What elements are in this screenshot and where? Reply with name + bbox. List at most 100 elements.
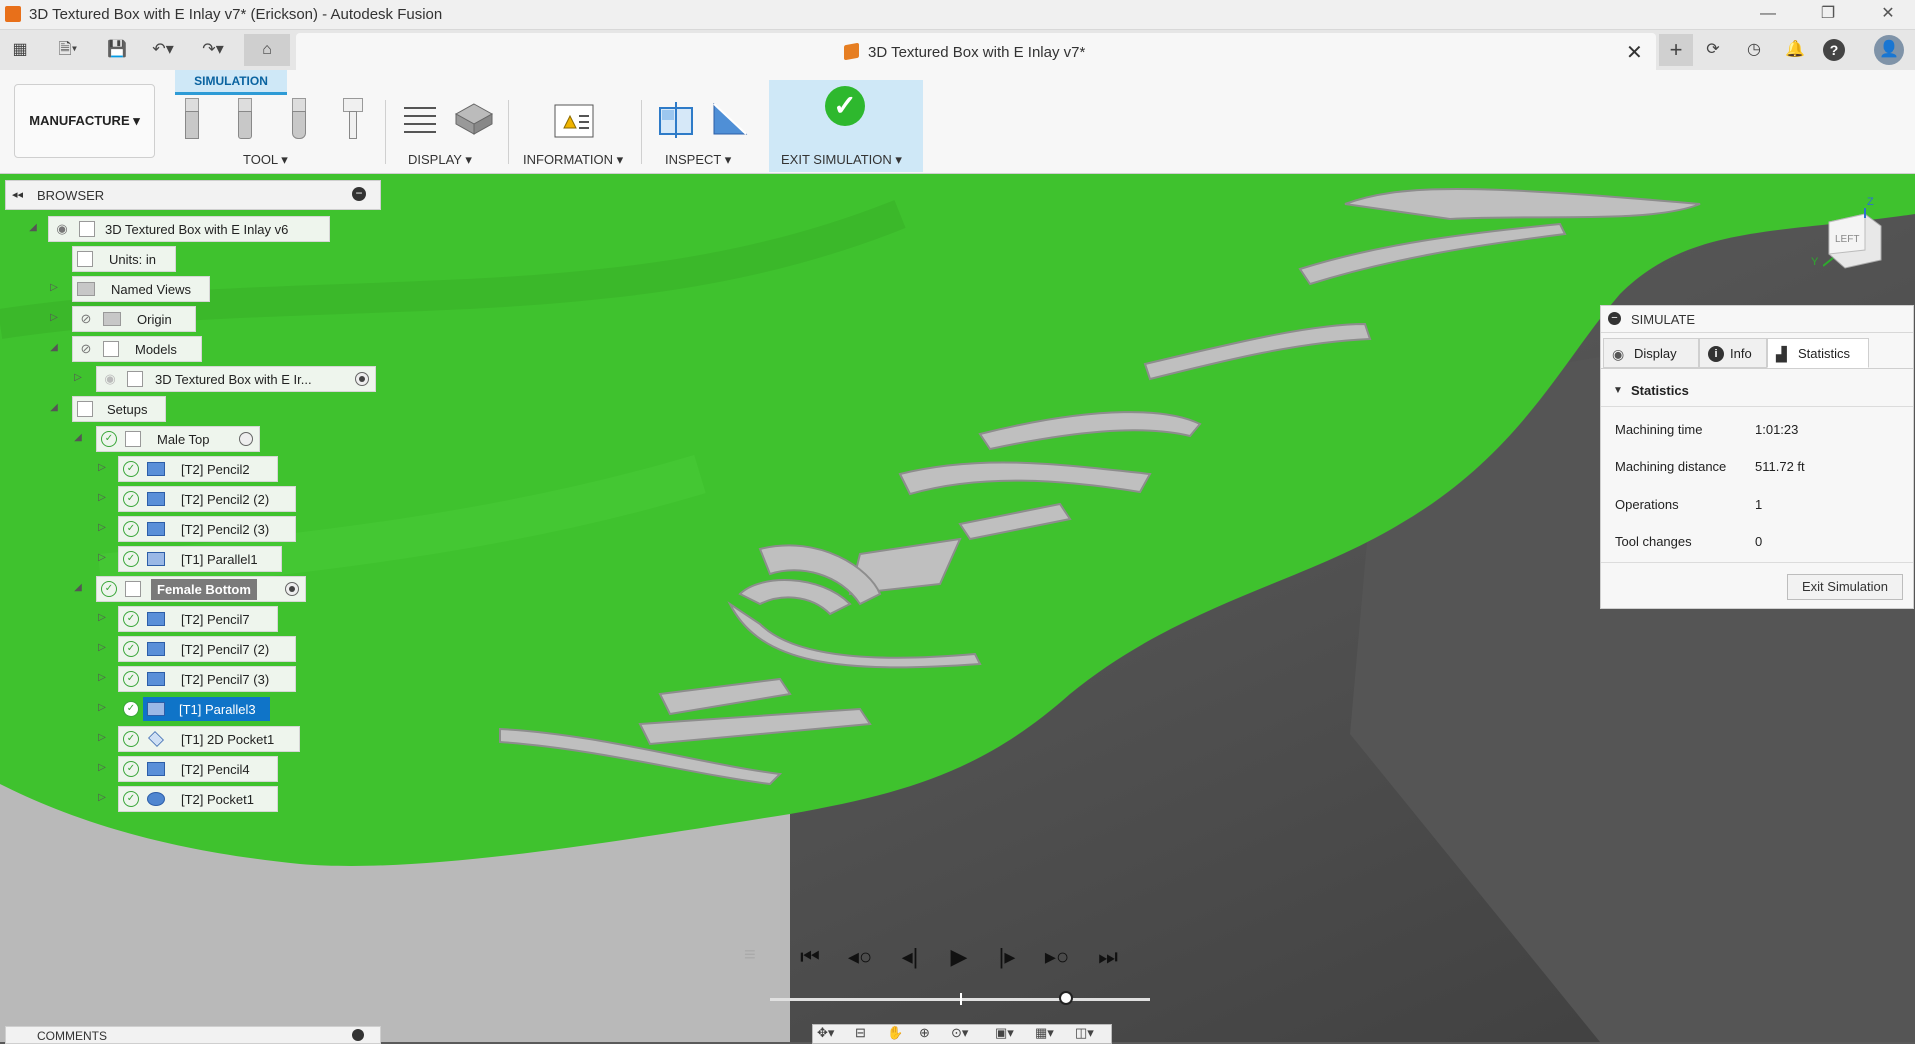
information-warning-icon[interactable] [554,104,594,138]
tree-operation[interactable]: ✓ [T2] Pencil7 [118,606,278,632]
home-icon[interactable]: ⌂ [244,34,290,66]
extensions-icon[interactable]: ⟳ [1700,38,1726,62]
go-to-start-icon[interactable]: ⏮ [793,940,827,974]
go-to-end-icon[interactable]: ⏭ [1091,940,1125,974]
visibility-eye-icon[interactable]: ◉ [53,221,71,237]
display-settings-icon[interactable]: ▣▾ [995,1025,1014,1041]
hidden-eye-icon[interactable]: ⊘ [77,341,95,357]
tree-expander[interactable]: ▷ [96,732,108,743]
notifications-icon[interactable]: 🔔 [1782,38,1808,62]
comments-toggle-icon[interactable] [352,1029,364,1041]
tree-expander[interactable]: ▷ [72,372,84,383]
tree-operation[interactable]: ✓ [T2] Pencil2 (3) [118,516,296,542]
tree-expander[interactable]: ◢ [27,222,39,233]
minimize-button[interactable]: — [1753,4,1783,24]
tree-expander[interactable]: ◢ [48,402,60,413]
exit-simulation-label[interactable]: EXIT SIMULATION ▾ [781,152,902,168]
activate-radio[interactable] [355,372,369,386]
undo-icon[interactable]: ↶▾ [145,38,181,62]
fit-icon[interactable]: ⊙▾ [951,1025,968,1041]
new-tab-icon[interactable]: + [1659,34,1693,66]
inspect-group-label[interactable]: INSPECT ▾ [665,152,731,168]
activate-radio[interactable] [239,432,253,446]
grid-icon[interactable]: ▦ [7,38,33,62]
ball-endmill-icon[interactable] [287,98,309,140]
information-group-label[interactable]: INFORMATION ▾ [523,152,623,168]
playback-settings-icon[interactable]: ≡ [744,944,768,970]
visibility-eye-icon[interactable]: ◉ [101,371,119,387]
tab-info[interactable]: i Info [1699,338,1767,368]
measure-icon[interactable] [710,100,750,138]
tree-root-document[interactable]: ◉ 3D Textured Box with E Inlay v6 [48,216,330,242]
tab-simulation[interactable]: SIMULATION [175,70,287,95]
step-forward-icon[interactable]: |▸ [990,940,1024,974]
pan-icon[interactable]: ✋ [887,1025,903,1041]
toolpath-display-icon[interactable] [402,102,438,136]
tree-operation[interactable]: ✓ [T2] Pencil4 [118,756,278,782]
section-collapse-icon[interactable]: ▼ [1613,385,1623,396]
tab-display[interactable]: ◉ Display [1603,338,1699,368]
play-icon[interactable]: ▶ [942,940,976,974]
tree-origin[interactable]: ⊘ Origin [72,306,196,332]
tree-expander[interactable]: ▷ [96,672,108,683]
orbit-icon[interactable]: ✥▾ [817,1025,834,1041]
grid-settings-icon[interactable]: ▦▾ [1035,1025,1054,1041]
exit-simulation-group[interactable]: ✓ EXIT SIMULATION ▾ [769,80,923,172]
stock-display-icon[interactable] [454,100,494,138]
collapse-browser-icon[interactable]: ◂◂ [12,188,23,201]
step-back-icon[interactable]: ◂| [893,940,927,974]
tree-expander[interactable]: ▷ [48,282,60,293]
tree-operation-selected[interactable]: ✓ [T1] Parallel3 [118,696,288,722]
tree-units[interactable]: Units: in [72,246,176,272]
tree-named-views[interactable]: Named Views [72,276,210,302]
tool-group-label[interactable]: TOOL ▾ [243,152,288,168]
tree-expander[interactable]: ▷ [96,462,108,473]
simulation-timeline[interactable] [770,993,1150,1005]
tree-operation[interactable]: ✓ [T2] Pencil2 (2) [118,486,296,512]
display-group-label[interactable]: DISPLAY ▾ [408,152,472,168]
tree-expander[interactable]: ▷ [96,762,108,773]
look-at-icon[interactable]: ⊟ [855,1025,866,1041]
tab-statistics[interactable]: ▟ Statistics [1767,338,1869,368]
tree-expander[interactable]: ▷ [96,792,108,803]
close-document-button[interactable]: ✕ [1626,40,1643,65]
bull-nose-mill-icon[interactable] [233,98,255,140]
tree-model-component[interactable]: ◉ 3D Textured Box with E Ir... [96,366,376,392]
tree-models[interactable]: ⊘ Models [72,336,202,362]
tree-expander[interactable]: ▷ [48,312,60,323]
close-window-button[interactable]: ✕ [1873,4,1903,24]
tree-operation[interactable]: ✓ [T2] Pocket1 [118,786,278,812]
minimize-panel-icon[interactable]: − [1608,312,1621,325]
document-tab[interactable]: 3D Textured Box with E Inlay v7* ✕ [296,33,1656,70]
profile-avatar[interactable]: 👤 [1874,35,1904,65]
tree-setup-male-top[interactable]: ✓ Male Top [96,426,260,452]
tree-expander[interactable]: ▷ [96,552,108,563]
tree-setups[interactable]: Setups [72,396,166,422]
help-icon[interactable]: ? [1823,39,1845,61]
tree-expander[interactable]: ◢ [48,342,60,353]
tree-expander[interactable]: ▷ [96,612,108,623]
tree-operation[interactable]: ✓ [T1] 2D Pocket1 [118,726,300,752]
tool-holder-icon[interactable] [341,98,363,140]
tree-operation[interactable]: ✓ [T2] Pencil7 (2) [118,636,296,662]
tree-operation[interactable]: ✓ [T2] Pencil7 (3) [118,666,296,692]
redo-icon[interactable]: ↷▾ [195,38,231,62]
job-status-icon[interactable]: ◷ [1741,38,1767,62]
view-cube[interactable]: LEFT Z Y [1811,196,1883,270]
zoom-icon[interactable]: ⊕ [919,1025,930,1041]
workspace-switcher[interactable]: MANUFACTURE ▾ [14,84,155,158]
save-icon[interactable]: 💾 [104,38,130,62]
tree-operation[interactable]: ✓ [T2] Pencil2 [118,456,278,482]
tree-expander[interactable]: ◢ [72,582,84,593]
tree-setup-female-bottom[interactable]: ✓ Female Bottom [96,576,306,602]
section-analysis-icon[interactable] [658,102,694,138]
hidden-eye-icon[interactable]: ⊘ [77,311,95,327]
tree-expander[interactable]: ▷ [96,522,108,533]
flat-endmill-icon[interactable] [180,98,202,140]
browser-pin-icon[interactable]: − [352,187,366,201]
tree-expander[interactable]: ▷ [96,702,108,713]
next-operation-icon[interactable]: ▸○ [1040,940,1074,974]
activate-radio[interactable] [285,582,299,596]
viewports-icon[interactable]: ◫▾ [1075,1025,1094,1041]
tree-expander[interactable]: ▷ [96,642,108,653]
